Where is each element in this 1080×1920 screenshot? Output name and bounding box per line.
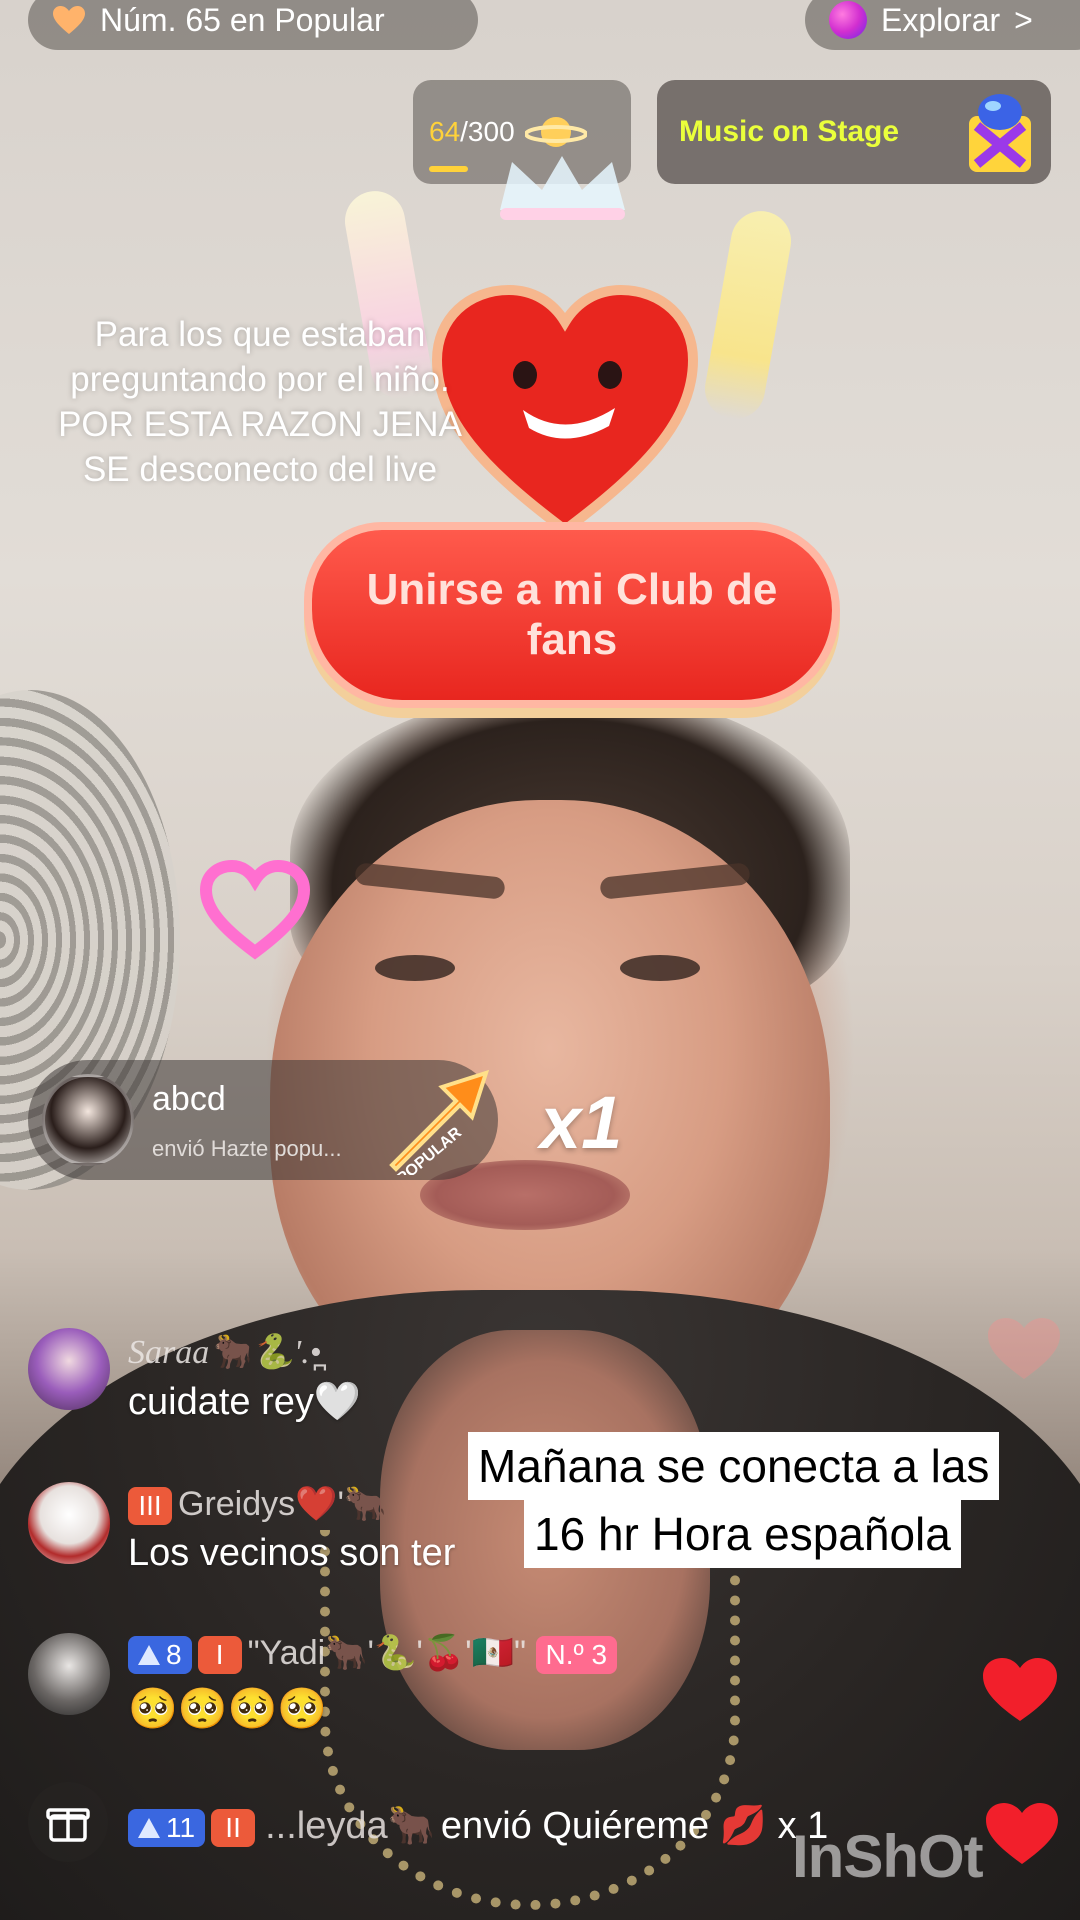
streamer-eye-right — [620, 955, 700, 981]
avatar[interactable] — [28, 1633, 110, 1715]
stage-gift-icon — [969, 94, 1031, 172]
gifter-level-value: 8 — [166, 1639, 182, 1671]
fan-level-value: I — [215, 1639, 224, 1671]
gift-button[interactable] — [28, 1782, 108, 1862]
notice-line-2: 16 hr Hora española — [524, 1500, 961, 1568]
explore-pill[interactable]: Explorar > — [805, 0, 1080, 50]
caption-line: POR ESTA RAZON JENA — [58, 405, 462, 444]
fan-level-value: III — [138, 1490, 162, 1522]
caption-line: SE desconecto del live — [82, 450, 438, 489]
comment-text: cuidate rey🤍 — [128, 1381, 362, 1423]
gifter-level-badge: 8 — [128, 1636, 192, 1675]
comment-username[interactable]: "Yadi🐂'🐍'🍒'🇲🇽" — [248, 1634, 526, 1672]
schedule-notice: Mañana se conecta a las 16 hr Hora españ… — [468, 1432, 1080, 1568]
fan-level-badge: II — [211, 1808, 256, 1847]
explore-orb-icon — [829, 1, 867, 39]
comment-header: 8 I "Yadi🐂'🐍'🍒'🇲🇽" N.º 3 — [128, 1633, 623, 1675]
comment-header: III Greidys❤️'🐂 — [128, 1484, 386, 1526]
inshot-watermark: InShOt — [792, 1823, 984, 1890]
crown-icon — [500, 156, 625, 220]
avatar[interactable] — [28, 1328, 110, 1410]
rank-value: N.º 3 — [545, 1639, 608, 1671]
gift-sender-username: abcd — [152, 1080, 226, 1118]
streamer-chain — [320, 1530, 740, 1910]
explore-label: Explorar — [881, 1, 1001, 38]
music-on-stage-label: Music on Stage — [679, 115, 900, 148]
pink-heart-icon — [200, 860, 310, 960]
comment-text: Los vecinos son ter — [128, 1532, 456, 1574]
gift-description: envió Hazte popu... — [152, 1136, 342, 1161]
caption-line: preguntando por el niño. — [70, 360, 450, 399]
popular-rank-pill[interactable]: Núm. 65 en Popular — [28, 0, 478, 50]
avatar[interactable] — [42, 1074, 134, 1166]
gift-sender-username[interactable]: ...leyda🐂 — [265, 1805, 435, 1847]
comment-username[interactable]: Greidys❤️'🐂 — [178, 1485, 386, 1523]
gift-count: x1 — [540, 1081, 623, 1164]
goal-current: 64 — [429, 116, 461, 147]
fan-level-badge: III — [128, 1487, 172, 1526]
chevron-right-icon: > — [1014, 1, 1033, 38]
orange-heart-icon — [53, 6, 85, 34]
gift-activity-line: 11 II ...leyda🐂 envió Quiéreme 💋 x 1 — [128, 1804, 828, 1848]
notice-line-1: Mañana se conecta a las — [468, 1432, 1000, 1500]
music-on-stage-banner[interactable]: Music on Stage — [657, 80, 1051, 184]
join-fan-club-label: Unirse a mi Club de fans — [366, 565, 778, 664]
fan-level-badge: I — [197, 1636, 242, 1675]
triangle-icon — [138, 1645, 160, 1666]
popular-arrow-icon: POPULAR — [389, 1069, 490, 1175]
popular-rank-label: Núm. 65 en Popular — [100, 1, 385, 38]
rank-badge: N.º 3 — [535, 1636, 618, 1675]
gifter-level-value: 11 — [166, 1811, 196, 1843]
gift-icon — [46, 1808, 90, 1842]
video-caption: Para los que estaban preguntando por el … — [20, 312, 500, 492]
join-fan-club-button[interactable]: Unirse a mi Club de fans — [312, 530, 832, 700]
floating-heart-icon — [988, 1318, 1060, 1379]
comment-text: 🥺🥺🥺🥺 — [128, 1687, 328, 1731]
comment-username[interactable]: Saraa🐂🐍'.•̪ — [128, 1332, 322, 1372]
gifter-level-badge: 11 — [128, 1808, 206, 1847]
planet-icon — [524, 117, 587, 147]
caption-line: Para los que estaban — [94, 315, 426, 354]
triangle-icon — [138, 1817, 160, 1838]
like-heart-icon[interactable] — [983, 1800, 1061, 1868]
streamer-eye-left — [375, 955, 455, 981]
gift-activity-text: envió Quiéreme 💋 x 1 — [440, 1805, 829, 1847]
fan-level-value: II — [225, 1811, 241, 1843]
like-heart-icon[interactable] — [980, 1655, 1060, 1725]
goal-total: /300 — [460, 116, 515, 147]
avatar[interactable] — [28, 1482, 110, 1564]
goal-progress-bar — [429, 166, 468, 172]
